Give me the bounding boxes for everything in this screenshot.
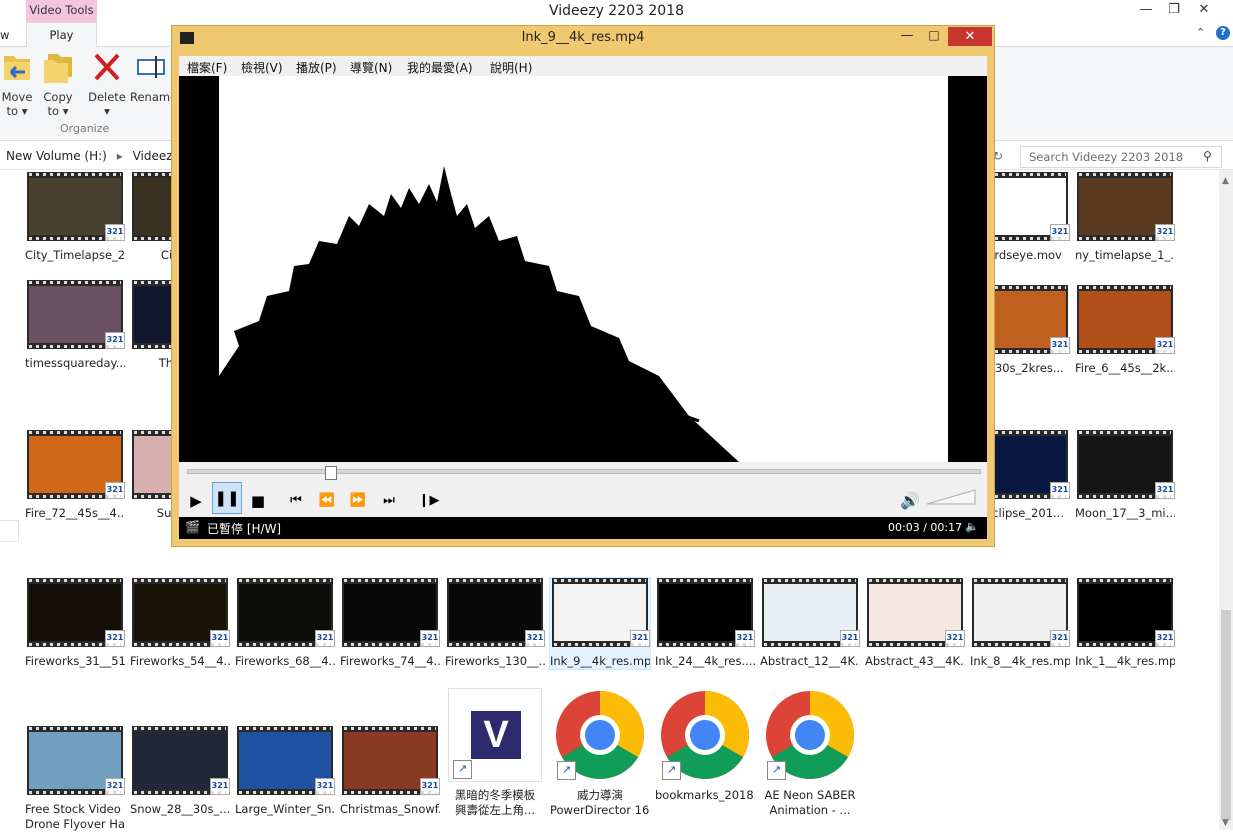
copy-to-button[interactable]: Copy to ▾: [42, 50, 74, 118]
media-player-window[interactable]: Ink_9__4k_res.mp4 — □ ✕ 檔案(F) 檢視(V) 播放(P…: [171, 25, 995, 547]
player-title: Ink_9__4k_res.mp4: [521, 30, 645, 45]
volume-slider[interactable]: [926, 487, 977, 505]
menu-favorites[interactable]: 我的最愛(A): [407, 59, 473, 76]
help-icon[interactable]: ?: [1216, 26, 1230, 40]
breadcrumb[interactable]: New Volume (H:) ▸ Videezy 22: [6, 149, 199, 163]
status-text: 已暫停 [H/W]: [207, 522, 282, 536]
status-clapper-icon: 🎬: [185, 520, 200, 534]
player-statusbar: 🎬 已暫停 [H/W] 00:03 / 00:17 🔈: [179, 517, 987, 539]
folder-copy-icon: [44, 54, 72, 83]
player-close-button[interactable]: ✕: [948, 27, 992, 46]
scroll-up-icon[interactable]: ▲: [1222, 176, 1229, 186]
seek-bar[interactable]: [187, 469, 981, 474]
player-maximize-icon[interactable]: □: [921, 28, 947, 48]
scrollbar-thumb[interactable]: [1221, 610, 1231, 820]
close-icon[interactable]: ✕: [1190, 0, 1218, 22]
rename-icon: [137, 56, 165, 78]
frame-step-icon[interactable]: ❙▶: [415, 486, 443, 516]
menu-play[interactable]: 播放(P): [296, 59, 337, 76]
tab-play[interactable]: Play: [26, 22, 97, 47]
rename-button[interactable]: Rename: [130, 50, 177, 104]
video-frame: [219, 76, 948, 462]
stop-button[interactable]: ■: [244, 486, 272, 516]
scroll-down-icon[interactable]: ▼: [1222, 818, 1229, 828]
ink-splash-image: [219, 166, 739, 462]
menu-view[interactable]: 檢視(V): [241, 59, 283, 76]
nav-pane-edge: [0, 520, 19, 542]
delete-x-icon: [94, 53, 120, 81]
breadcrumb-drive[interactable]: New Volume (H:): [6, 149, 107, 163]
ribbon-collapse-icon[interactable]: ⌃: [1196, 26, 1205, 39]
move-to-button[interactable]: Move to ▾: [0, 50, 34, 118]
explorer-title: Videezy 2203 2018: [548, 3, 685, 19]
delete-button[interactable]: Delete ▾: [86, 50, 128, 118]
menu-help[interactable]: 說明(H): [490, 59, 532, 76]
fast-forward-icon[interactable]: ⏩: [344, 486, 372, 516]
player-minimize-icon[interactable]: —: [894, 28, 920, 48]
restore-icon[interactable]: ❐: [1160, 0, 1188, 22]
menu-file[interactable]: 檔案(F): [187, 59, 227, 76]
pause-button[interactable]: ❚❚: [212, 482, 242, 514]
volume-icon[interactable]: 🔊: [896, 486, 924, 516]
seek-thumb[interactable]: [324, 466, 337, 480]
time-readout: 00:03 / 00:17: [888, 521, 963, 534]
search-input[interactable]: Search Videezy 2203 2018: [1020, 146, 1222, 168]
rewind-icon[interactable]: ⏪: [313, 486, 341, 516]
breadcrumb-chevron-icon: ▸: [116, 149, 123, 163]
menu-navigate[interactable]: 導覽(N): [350, 59, 392, 76]
play-button[interactable]: ▶: [182, 486, 210, 516]
ribbon-group-organize: Organize: [60, 122, 110, 135]
player-menubar: 檔案(F) 檢視(V) 播放(P) 導覽(N) 我的最愛(A) 說明(H): [179, 56, 987, 76]
volume-level-icon: [926, 489, 976, 505]
search-icon[interactable]: ⚲: [1203, 149, 1212, 163]
minimize-icon[interactable]: —: [1132, 0, 1160, 22]
tab-view-partial[interactable]: w: [0, 28, 9, 42]
mute-status-icon: 🔈: [965, 520, 979, 533]
folder-move-icon: [4, 56, 30, 80]
next-icon[interactable]: ⏭: [375, 486, 403, 516]
previous-icon[interactable]: ⏮: [282, 486, 310, 516]
